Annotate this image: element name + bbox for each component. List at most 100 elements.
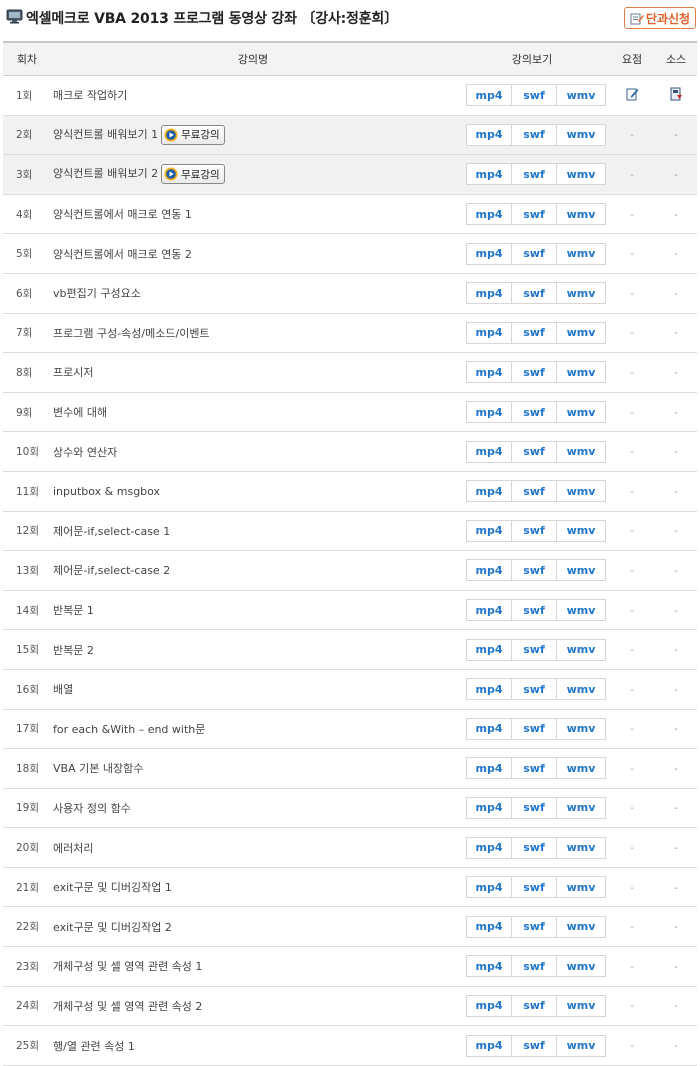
wmv-button[interactable]: wmv <box>556 758 605 779</box>
swf-button[interactable]: swf <box>511 164 556 185</box>
wmv-button[interactable]: wmv <box>556 164 605 185</box>
mp4-button[interactable]: mp4 <box>467 996 511 1016</box>
swf-button[interactable]: swf <box>511 243 556 264</box>
lecture-title[interactable]: 양식컨트롤 배워보기 2 <box>53 167 158 180</box>
mp4-button[interactable]: mp4 <box>467 877 511 897</box>
lecture-title[interactable]: 상수와 연산자 <box>53 446 117 459</box>
swf-button[interactable]: swf <box>511 124 556 145</box>
lecture-title[interactable]: 변수에 대해 <box>53 406 107 419</box>
lecture-title[interactable]: vb편집기 구성요소 <box>53 287 141 300</box>
lecture-title[interactable]: 제어문-if,select-case 2 <box>53 564 170 577</box>
lecture-title[interactable]: for each &With – end with문 <box>53 723 205 736</box>
mp4-button[interactable]: mp4 <box>467 956 511 976</box>
mp4-button[interactable]: mp4 <box>467 481 511 501</box>
wmv-button[interactable]: wmv <box>556 718 605 739</box>
swf-button[interactable]: swf <box>511 481 556 502</box>
mp4-button[interactable]: mp4 <box>467 85 511 105</box>
swf-button[interactable]: swf <box>511 837 556 858</box>
wmv-button[interactable]: wmv <box>556 481 605 502</box>
swf-button[interactable]: swf <box>511 797 556 818</box>
mp4-button[interactable]: mp4 <box>467 679 511 699</box>
lecture-title[interactable]: 프로시저 <box>53 366 93 379</box>
wmv-button[interactable]: wmv <box>556 1035 605 1056</box>
wmv-button[interactable]: wmv <box>556 124 605 145</box>
mp4-button[interactable]: mp4 <box>467 758 511 778</box>
swf-button[interactable]: swf <box>511 560 556 581</box>
mp4-button[interactable]: mp4 <box>467 125 511 145</box>
mp4-button[interactable]: mp4 <box>467 917 511 937</box>
wmv-button[interactable]: wmv <box>556 441 605 462</box>
mp4-button[interactable]: mp4 <box>467 719 511 739</box>
mp4-button[interactable]: mp4 <box>467 1036 511 1056</box>
swf-button[interactable]: swf <box>511 916 556 937</box>
swf-button[interactable]: swf <box>511 600 556 621</box>
swf-button[interactable]: swf <box>511 520 556 541</box>
swf-button[interactable]: swf <box>511 283 556 304</box>
swf-button[interactable]: swf <box>511 402 556 423</box>
swf-button[interactable]: swf <box>511 995 556 1016</box>
wmv-button[interactable]: wmv <box>556 243 605 264</box>
wmv-button[interactable]: wmv <box>556 797 605 818</box>
mp4-button[interactable]: mp4 <box>467 521 511 541</box>
mp4-button[interactable]: mp4 <box>467 244 511 264</box>
lecture-title[interactable]: 에러처리 <box>53 842 93 855</box>
wmv-button[interactable]: wmv <box>556 995 605 1016</box>
swf-button[interactable]: swf <box>511 956 556 977</box>
swf-button[interactable]: swf <box>511 758 556 779</box>
wmv-button[interactable]: wmv <box>556 877 605 898</box>
wmv-button[interactable]: wmv <box>556 639 605 660</box>
lecture-title[interactable]: 개체구성 및 셀 영역 관련 속성 1 <box>53 960 202 973</box>
free-lecture-button[interactable]: 무료강의 <box>161 164 225 185</box>
wmv-button[interactable]: wmv <box>556 85 605 106</box>
mp4-button[interactable]: mp4 <box>467 640 511 660</box>
lecture-title[interactable]: inputbox & msgbox <box>53 485 160 498</box>
free-lecture-button[interactable]: 무료강의 <box>161 124 225 145</box>
lecture-title[interactable]: 매크로 작업하기 <box>53 89 127 102</box>
wmv-button[interactable]: wmv <box>556 204 605 225</box>
mp4-button[interactable]: mp4 <box>467 323 511 343</box>
apply-course-button[interactable]: 단과신청 <box>624 7 696 29</box>
wmv-button[interactable]: wmv <box>556 322 605 343</box>
wmv-button[interactable]: wmv <box>556 560 605 581</box>
lecture-title[interactable]: exit구문 및 디버깅작업 2 <box>53 921 172 934</box>
lecture-title[interactable]: 개체구성 및 셀 영역 관련 속성 2 <box>53 1000 202 1013</box>
download-icon[interactable] <box>670 87 683 101</box>
lecture-title[interactable]: 반복문 1 <box>53 604 94 617</box>
wmv-button[interactable]: wmv <box>556 520 605 541</box>
lecture-title[interactable]: 양식컨트롤 배워보기 1 <box>53 128 158 141</box>
swf-button[interactable]: swf <box>511 204 556 225</box>
lecture-title[interactable]: 사용자 정의 함수 <box>53 802 131 815</box>
wmv-button[interactable]: wmv <box>556 362 605 383</box>
swf-button[interactable]: swf <box>511 441 556 462</box>
wmv-button[interactable]: wmv <box>556 837 605 858</box>
lecture-title[interactable]: exit구문 및 디버깅작업 1 <box>53 881 172 894</box>
mp4-button[interactable]: mp4 <box>467 600 511 620</box>
wmv-button[interactable]: wmv <box>556 283 605 304</box>
lecture-title[interactable]: 프로그램 구성-속성/메소드/이벤트 <box>53 327 210 340</box>
wmv-button[interactable]: wmv <box>556 402 605 423</box>
lecture-title[interactable]: VBA 기본 내장함수 <box>53 762 143 775</box>
mp4-button[interactable]: mp4 <box>467 798 511 818</box>
wmv-button[interactable]: wmv <box>556 916 605 937</box>
lecture-title[interactable]: 양식컨트롤에서 매크로 연동 1 <box>53 208 192 221</box>
mp4-button[interactable]: mp4 <box>467 164 511 184</box>
lecture-title[interactable]: 배열 <box>53 683 73 696</box>
swf-button[interactable]: swf <box>511 85 556 106</box>
mp4-button[interactable]: mp4 <box>467 838 511 858</box>
mp4-button[interactable]: mp4 <box>467 560 511 580</box>
swf-button[interactable]: swf <box>511 322 556 343</box>
lecture-title[interactable]: 제어문-if,select-case 1 <box>53 525 170 538</box>
mp4-button[interactable]: mp4 <box>467 283 511 303</box>
mp4-button[interactable]: mp4 <box>467 402 511 422</box>
mp4-button[interactable]: mp4 <box>467 204 511 224</box>
wmv-button[interactable]: wmv <box>556 956 605 977</box>
lecture-title[interactable]: 행/열 관련 속성 1 <box>53 1040 135 1053</box>
swf-button[interactable]: swf <box>511 639 556 660</box>
wmv-button[interactable]: wmv <box>556 600 605 621</box>
swf-button[interactable]: swf <box>511 679 556 700</box>
mp4-button[interactable]: mp4 <box>467 442 511 462</box>
swf-button[interactable]: swf <box>511 718 556 739</box>
edit-icon[interactable] <box>626 87 639 101</box>
lecture-title[interactable]: 반복문 2 <box>53 644 94 657</box>
swf-button[interactable]: swf <box>511 877 556 898</box>
